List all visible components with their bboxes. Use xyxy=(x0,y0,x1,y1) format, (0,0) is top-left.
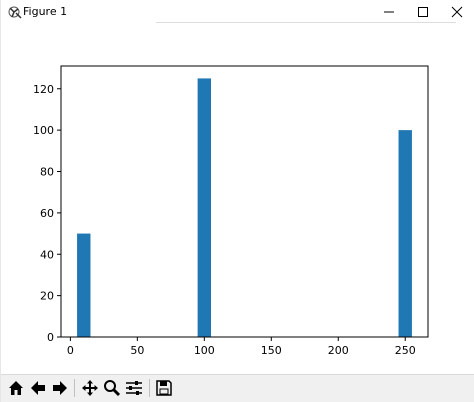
matplotlib-app-icon xyxy=(7,4,23,20)
x-tick-label: 0 xyxy=(67,344,74,357)
x-axis-ticks: 0 50 100 150 200 250 xyxy=(67,337,416,357)
move-icon xyxy=(82,380,98,396)
maximize-button[interactable] xyxy=(405,0,441,24)
x-tick-label: 250 xyxy=(395,344,416,357)
y-tick-label: 120 xyxy=(33,83,54,96)
y-tick-label: 0 xyxy=(47,331,54,344)
y-tick-label: 100 xyxy=(33,124,54,137)
floppy-disk-icon xyxy=(156,380,172,396)
figure-canvas[interactable]: 0 50 100 150 200 250 0 20 40 60 80 100 120 xyxy=(1,24,474,374)
arrow-right-icon xyxy=(53,381,67,395)
x-tick-label: 100 xyxy=(194,344,215,357)
title-bar[interactable]: Figure 1 xyxy=(1,0,474,24)
bar xyxy=(197,78,212,337)
figure-window: Figure 1 0 50 100 150 200 250 0 20 40 60 80 100 120 xyxy=(0,0,474,402)
arrow-left-icon xyxy=(31,381,45,395)
minimize-icon xyxy=(384,11,394,13)
x-tick-label: 200 xyxy=(328,344,349,357)
close-button[interactable] xyxy=(439,0,474,24)
maximize-icon xyxy=(418,7,428,17)
y-tick-label: 40 xyxy=(40,248,54,261)
sliders-icon xyxy=(126,381,142,395)
bar xyxy=(77,233,91,337)
home-button[interactable] xyxy=(5,377,27,399)
zoom-button[interactable] xyxy=(101,377,123,399)
minimize-button[interactable] xyxy=(371,0,407,24)
home-icon xyxy=(9,381,23,395)
bar xyxy=(398,130,412,337)
y-tick-label: 60 xyxy=(40,207,54,220)
back-button[interactable] xyxy=(27,377,49,399)
y-axis-ticks: 0 20 40 60 80 100 120 xyxy=(33,83,61,344)
magnifier-icon xyxy=(104,380,121,397)
bar-chart: 0 50 100 150 200 250 0 20 40 60 80 100 120 xyxy=(33,65,429,357)
y-tick-label: 20 xyxy=(40,290,54,303)
axes-frame xyxy=(60,65,429,338)
save-button[interactable] xyxy=(153,377,175,399)
navigation-toolbar xyxy=(1,374,474,402)
pan-button[interactable] xyxy=(79,377,101,399)
window-title: Figure 1 xyxy=(23,5,68,18)
bar-series xyxy=(77,78,412,337)
close-icon xyxy=(451,6,463,18)
configure-subplots-button[interactable] xyxy=(123,377,145,399)
x-tick-label: 50 xyxy=(130,344,144,357)
toolbar-separator xyxy=(149,379,150,397)
forward-button[interactable] xyxy=(49,377,71,399)
y-tick-label: 80 xyxy=(40,166,54,179)
toolbar-separator xyxy=(74,379,75,397)
x-tick-label: 150 xyxy=(261,344,282,357)
